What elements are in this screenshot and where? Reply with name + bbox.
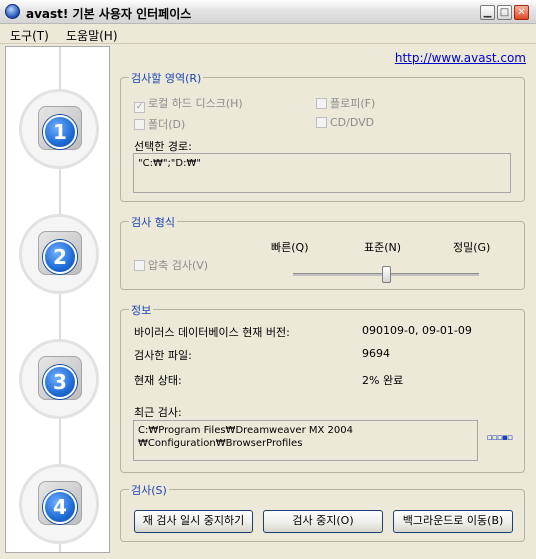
step-1: 1 xyxy=(19,89,99,169)
selected-path-field[interactable]: "C:₩";"D:₩" xyxy=(133,153,511,193)
avast-logo-icon xyxy=(5,4,20,19)
menu-bar: 도구(T) 도움말(H) xyxy=(0,24,536,44)
folder-checkbox[interactable]: 폴더(D) xyxy=(134,116,185,132)
step-4: 4 xyxy=(19,464,99,544)
local-disks-label: 로컬 하드 디스크(H) xyxy=(148,97,243,110)
folder-label: 폴더(D) xyxy=(148,118,186,131)
local-disks-checkbox[interactable]: ✓ 로컬 하드 디스크(H) xyxy=(134,95,243,113)
menu-help[interactable]: 도움말(H) xyxy=(66,27,118,44)
floppy-checkbox[interactable]: 플로피(F) xyxy=(316,95,375,111)
floppy-label: 플로피(F) xyxy=(330,97,376,110)
archive-scan-label: 압축 검사(V) xyxy=(148,259,209,272)
activity-indicator-icon: ▫▫▫▪▫ xyxy=(486,433,513,443)
db-version-value: 090109-0, 09-01-09 xyxy=(362,324,472,337)
avast-website-link[interactable]: http://www.avast.com xyxy=(395,51,526,65)
step-4-number: 4 xyxy=(43,490,77,524)
scan-type-group: 검사 형식 압축 검사(V) 빠른(Q) 표준(N) 정밀(G) xyxy=(120,214,525,290)
recent-scan-label: 최근 검사: xyxy=(134,406,182,419)
scanned-files-label: 검사한 파일: xyxy=(134,349,192,362)
avast-window: avast! 기본 사용자 인터페이스 ▁ □ ✕ 도구(T) 도움말(H) 1… xyxy=(0,0,536,559)
info-title: 정보 xyxy=(129,302,154,318)
status-label: 현재 상태: xyxy=(134,374,182,387)
menu-tools[interactable]: 도구(T) xyxy=(10,27,49,44)
recent-scan-line-2: ₩Configuration₩BrowserProfiles xyxy=(138,438,303,449)
maximize-button[interactable]: □ xyxy=(497,5,512,20)
pause-scan-button[interactable]: 재 검사 일시 중지하기 xyxy=(134,510,253,533)
level-thorough-label[interactable]: 정밀(G) xyxy=(453,239,490,255)
recent-scan-line-1: C:₩Program Files₩Dreamweaver MX 2004 xyxy=(138,425,353,436)
scan-type-title: 검사 형식 xyxy=(129,214,177,230)
scanned-files-value: 9694 xyxy=(362,347,390,360)
archive-scan-checkbox[interactable]: 압축 검사(V) xyxy=(134,257,208,273)
level-standard-label[interactable]: 표준(N) xyxy=(364,239,401,255)
cd-dvd-checkbox[interactable]: CD/DVD xyxy=(316,116,374,129)
status-value: 2% 완료 xyxy=(362,374,404,387)
step-2: 2 xyxy=(19,214,99,294)
db-version-label: 바이러스 데이터베이스 현재 버전: xyxy=(134,326,290,339)
scan-level-slider-thumb[interactable] xyxy=(381,266,391,283)
close-button[interactable]: ✕ xyxy=(514,5,529,20)
step-3-number: 3 xyxy=(43,365,77,399)
scan-area-title: 검사할 영역(R) xyxy=(129,70,204,86)
step-3: 3 xyxy=(19,339,99,419)
title-bar[interactable]: avast! 기본 사용자 인터페이스 ▁ □ ✕ xyxy=(0,0,536,24)
check-icon: ✓ xyxy=(134,102,145,113)
selected-path-label: 선택한 경로: xyxy=(134,140,192,153)
stop-scan-button[interactable]: 검사 중지(O) xyxy=(263,510,383,533)
minimize-button[interactable]: ▁ xyxy=(480,5,495,20)
scan-group: 검사(S) 재 검사 일시 중지하기 검사 중지(O) 백그라운드로 이동(B) xyxy=(120,482,525,542)
scan-area-group: 검사할 영역(R) ✓ 로컬 하드 디스크(H) 플로피(F) 폴더(D) CD/… xyxy=(120,70,525,202)
step-2-number: 2 xyxy=(43,240,77,274)
window-title: avast! 기본 사용자 인터페이스 xyxy=(26,7,192,21)
level-quick-label[interactable]: 빠른(Q) xyxy=(271,239,308,255)
background-button[interactable]: 백그라운드로 이동(B) xyxy=(393,510,513,533)
info-group: 정보 바이러스 데이터베이스 현재 버전: 090109-0, 09-01-09… xyxy=(120,302,525,473)
recent-scan-field: C:₩Program Files₩Dreamweaver MX 2004 ₩Co… xyxy=(133,420,478,461)
steps-panel: 1 2 3 4 xyxy=(5,46,110,553)
cd-dvd-label: CD/DVD xyxy=(330,116,375,129)
selected-path-value: "C:₩";"D:₩" xyxy=(138,158,201,169)
scan-title: 검사(S) xyxy=(129,482,169,498)
step-1-number: 1 xyxy=(43,115,77,149)
